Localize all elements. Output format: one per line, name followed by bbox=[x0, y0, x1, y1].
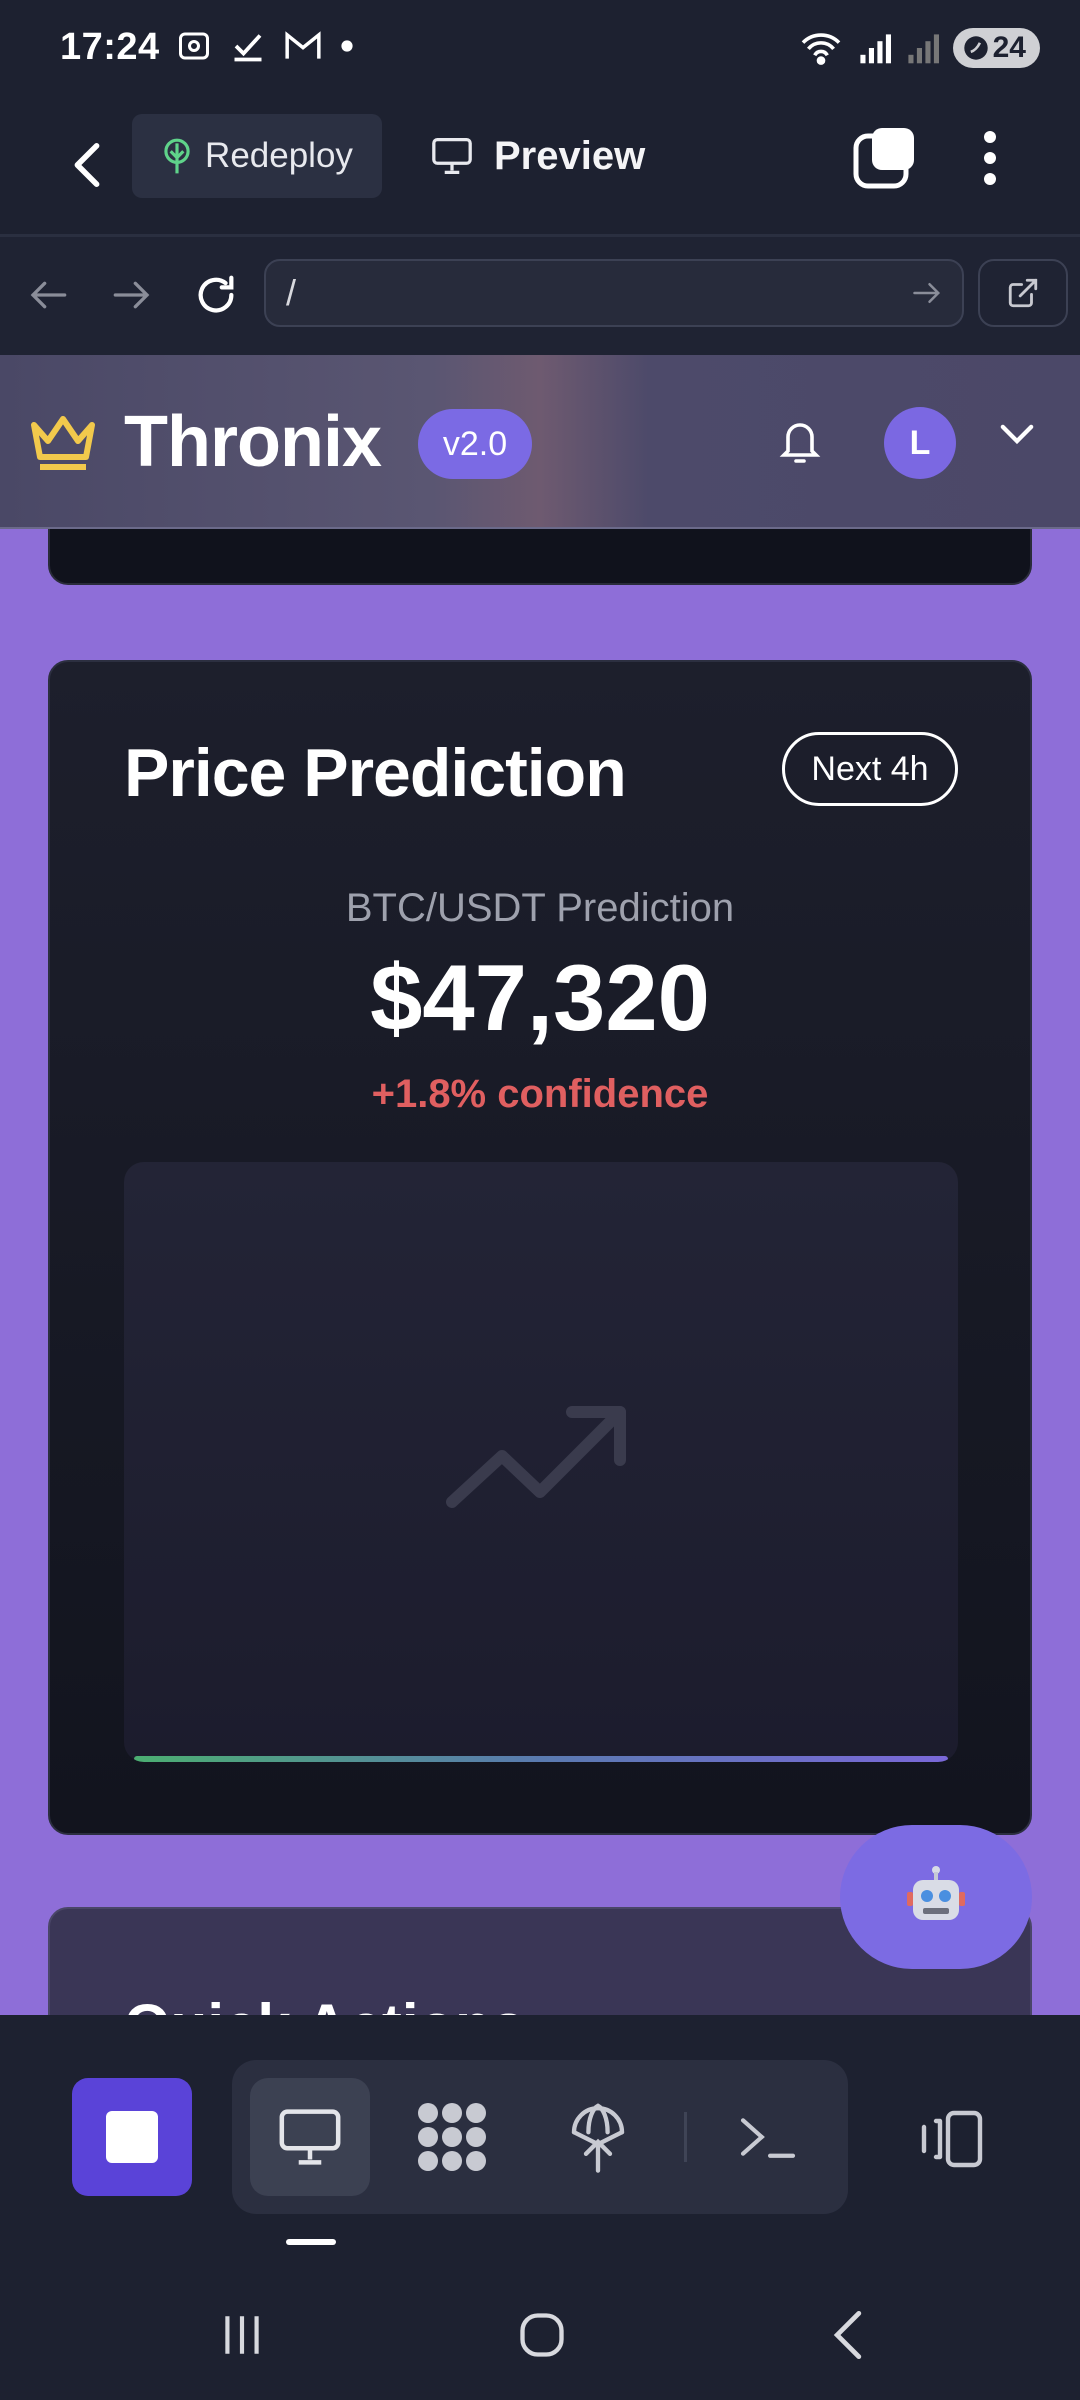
pair-label: BTC/USDT Prediction bbox=[345, 886, 735, 930]
system-back-button[interactable] bbox=[808, 2300, 888, 2370]
browser-forward-button[interactable] bbox=[104, 267, 160, 323]
bell-icon[interactable] bbox=[776, 415, 824, 467]
dock-separator bbox=[684, 2112, 687, 2162]
dock-graph-tab[interactable] bbox=[392, 2078, 512, 2196]
monitor-icon bbox=[432, 137, 472, 174]
open-external-button[interactable] bbox=[978, 259, 1068, 327]
reload-icon bbox=[198, 275, 234, 313]
status-system-icons: 24 bbox=[799, 28, 1040, 68]
notification-dot-icon bbox=[341, 40, 353, 52]
web-preview: Thronix v2.0 L Price Prediction Next 4h … bbox=[0, 355, 1080, 2015]
wifi-icon bbox=[801, 33, 840, 65]
status-notification-icons bbox=[176, 28, 354, 64]
trending-up-icon bbox=[446, 1406, 626, 1508]
url-input[interactable]: / bbox=[264, 259, 964, 327]
chatbot-button[interactable] bbox=[840, 1825, 1032, 1969]
user-avatar[interactable]: L bbox=[884, 407, 956, 479]
arrow-left-icon bbox=[30, 281, 67, 309]
stop-icon bbox=[106, 2111, 158, 2163]
robot-icon bbox=[907, 1866, 965, 1920]
status-bar: 17:24 24 bbox=[0, 0, 1080, 100]
go-arrow-icon[interactable] bbox=[912, 280, 942, 306]
chevron-down-icon[interactable] bbox=[1000, 423, 1034, 445]
back-button[interactable] bbox=[62, 132, 112, 198]
battery-level: 24 bbox=[992, 31, 1026, 64]
tree-icon bbox=[164, 138, 190, 174]
monitor-icon bbox=[279, 2109, 341, 2165]
version-badge: v2.0 bbox=[418, 409, 532, 479]
recent-apps-icon bbox=[225, 2316, 259, 2354]
bottom-dock bbox=[0, 2015, 1080, 2260]
tabs-icon bbox=[853, 128, 914, 189]
app-toolbar: Redeploy Preview bbox=[0, 100, 1080, 237]
dock-preview-tab[interactable] bbox=[250, 2078, 370, 2196]
system-navigation-bar bbox=[0, 2260, 1080, 2400]
tabs-button[interactable] bbox=[852, 126, 916, 190]
predicted-price: $47,320 bbox=[370, 945, 710, 1050]
preview-tab[interactable]: Preview bbox=[430, 114, 645, 198]
devices-icon bbox=[921, 2110, 983, 2168]
quick-actions-title: Quick Actions bbox=[124, 1991, 525, 2015]
terminal-icon bbox=[740, 2118, 796, 2158]
battery-saver-icon bbox=[963, 36, 988, 60]
stop-button[interactable] bbox=[72, 2078, 192, 2196]
confidence-value: +1.8% confidence bbox=[371, 1072, 709, 1116]
more-options-button[interactable] bbox=[968, 126, 1012, 190]
redeploy-label: Redeploy bbox=[205, 136, 353, 175]
card-title: Price Prediction bbox=[124, 735, 627, 811]
brand-name: Thronix bbox=[124, 402, 382, 482]
dock-tabs bbox=[232, 2060, 848, 2214]
dock-terminal-tab[interactable] bbox=[708, 2078, 828, 2196]
back-arrow-icon bbox=[74, 143, 100, 187]
chart-accent-line bbox=[134, 1756, 948, 1762]
active-tab-indicator bbox=[286, 2239, 336, 2245]
check-icon bbox=[234, 34, 262, 62]
gmail-icon bbox=[285, 31, 321, 59]
preview-label: Preview bbox=[494, 133, 646, 178]
back-chevron-icon bbox=[833, 2310, 862, 2360]
deploy-icon bbox=[571, 2103, 625, 2173]
dock-deploy-tab[interactable] bbox=[538, 2078, 658, 2196]
recent-apps-button[interactable] bbox=[202, 2300, 282, 2370]
prediction-chart-placeholder bbox=[124, 1162, 958, 1762]
crown-icon bbox=[31, 416, 95, 470]
redeploy-button[interactable]: Redeploy bbox=[132, 114, 382, 198]
home-icon bbox=[520, 2313, 564, 2357]
external-link-icon bbox=[1008, 278, 1038, 308]
browser-back-button[interactable] bbox=[20, 267, 76, 323]
reload-button[interactable] bbox=[188, 267, 244, 323]
graph-nodes-icon bbox=[418, 2103, 486, 2171]
battery-indicator: 24 bbox=[952, 28, 1040, 68]
home-button[interactable] bbox=[502, 2300, 582, 2370]
signal-weak-icon bbox=[908, 34, 939, 64]
browser-bar: / bbox=[0, 237, 1080, 355]
signal-icon bbox=[860, 34, 891, 64]
period-badge[interactable]: Next 4h bbox=[782, 732, 958, 806]
arrow-right-icon bbox=[113, 281, 150, 309]
status-time: 17:24 bbox=[60, 26, 160, 68]
url-text: / bbox=[286, 272, 297, 313]
devices-button[interactable] bbox=[900, 2089, 1000, 2189]
site-header: Thronix v2.0 L bbox=[0, 355, 1080, 529]
price-prediction-card: Price Prediction Next 4h BTC/USDT Predic… bbox=[48, 660, 1032, 1835]
screenshot-icon bbox=[179, 32, 209, 60]
more-vertical-icon bbox=[984, 131, 996, 185]
